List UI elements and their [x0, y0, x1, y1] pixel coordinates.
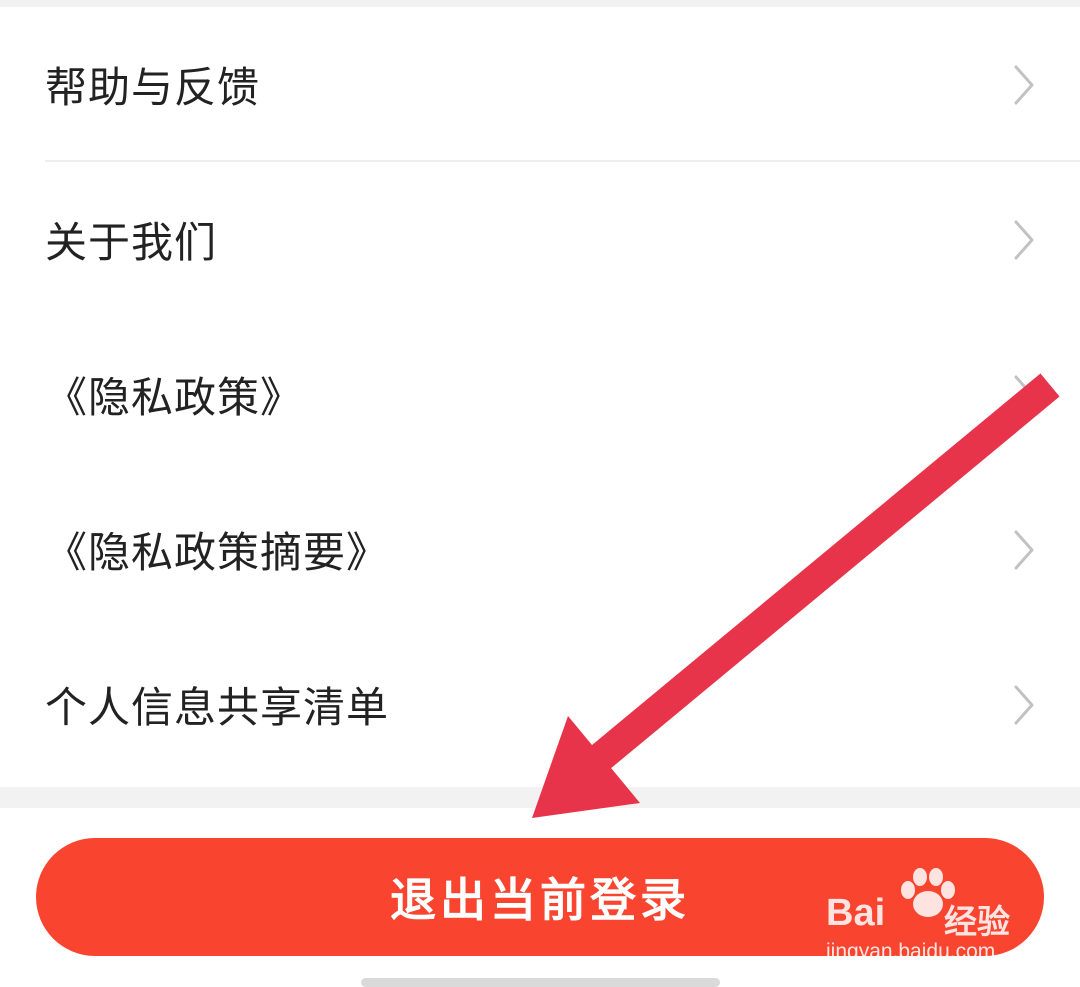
menu-item-label: 帮助与反馈 — [45, 63, 261, 112]
chevron-right-icon — [1014, 685, 1034, 724]
menu-item-label: 《隐私政策》 — [45, 373, 304, 422]
menu-item-info-sharing-list[interactable]: 个人信息共享清单 — [0, 627, 1080, 782]
menu-item-privacy-policy[interactable]: 《隐私政策》 — [0, 317, 1080, 472]
menu-item-label: 个人信息共享清单 — [45, 683, 390, 732]
top-section-divider — [0, 0, 1080, 7]
menu-item-help-feedback[interactable]: 帮助与反馈 — [0, 7, 1080, 162]
watermark-suffix: 经验 — [944, 902, 1010, 941]
chevron-right-icon — [1014, 530, 1034, 569]
watermark-url: jingyan.baidu.com — [826, 940, 996, 963]
logout-button-label: 退出当前登录 — [390, 874, 690, 926]
chevron-right-icon — [1014, 220, 1034, 259]
menu-item-label: 关于我们 — [45, 218, 218, 267]
watermark-brand: Bai — [826, 892, 886, 934]
menu-item-about-us[interactable]: 关于我们 — [0, 162, 1080, 317]
section-divider — [0, 787, 1080, 808]
menu-item-privacy-summary[interactable]: 《隐私政策摘要》 — [0, 472, 1080, 627]
menu-item-label: 《隐私政策摘要》 — [45, 528, 390, 577]
baidu-jingyan-watermark: Bai 经验 jingyan.baidu.com — [826, 868, 1036, 972]
chevron-right-icon — [1014, 65, 1034, 104]
home-indicator — [361, 978, 720, 987]
chevron-right-icon — [1014, 375, 1034, 414]
settings-menu-list: 帮助与反馈 关于我们 《隐私政策》 《隐私政策摘要》 个人信息共享清单 — [0, 7, 1080, 782]
